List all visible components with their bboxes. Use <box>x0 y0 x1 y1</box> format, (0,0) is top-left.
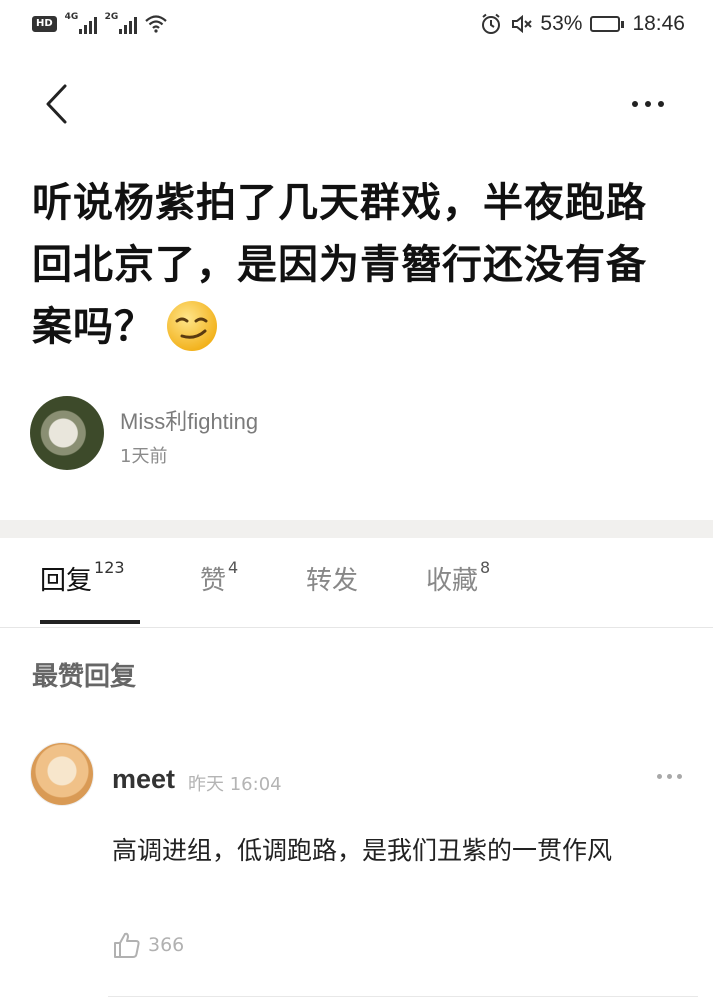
tab-count: 8 <box>480 558 491 577</box>
like-button[interactable]: 366 <box>112 930 184 960</box>
chevron-left-icon <box>46 84 67 124</box>
post-time: 1天前 <box>120 446 168 467</box>
tab-reposts[interactable]: 转发 <box>306 560 358 597</box>
wifi-icon <box>144 15 167 33</box>
status-bar: HD 4G 2G 53% 18:46 <box>0 0 713 56</box>
tab-label: 收藏 <box>426 566 479 596</box>
thumbs-up-icon <box>114 932 140 958</box>
signal-icon: 2G <box>104 12 137 34</box>
more-horizontal-icon <box>632 101 638 107</box>
tab-label: 回复 <box>40 566 93 596</box>
battery-icon <box>590 16 625 32</box>
author-avatar[interactable] <box>30 396 104 470</box>
more-horizontal-icon <box>667 774 672 779</box>
like-count: 366 <box>148 934 185 956</box>
post-title: 听说杨紫拍了几天群戏，半夜跑路回北京了，是因为青簪行还没有备案吗？ <box>32 180 647 350</box>
status-left: HD 4G 2G <box>32 12 167 34</box>
clock: 18:46 <box>632 12 685 35</box>
section-divider <box>0 520 713 538</box>
author-name[interactable]: Miss利fighting <box>120 404 258 436</box>
alarm-icon <box>482 13 501 34</box>
tab-count: 4 <box>228 558 239 577</box>
sim2-generation: 2G <box>104 12 119 22</box>
more-horizontal-icon <box>645 101 651 107</box>
comment-item: meet 昨天 16:04 高调进组，低调跑路，是我们丑紫的一贯作风 366 <box>30 742 698 997</box>
comment-avatar[interactable] <box>30 742 94 806</box>
active-tab-indicator <box>40 620 140 624</box>
more-horizontal-icon <box>677 774 682 779</box>
more-horizontal-icon <box>657 774 662 779</box>
smirking-face-emoji <box>167 301 217 351</box>
sim1-generation: 4G <box>64 12 79 22</box>
tab-bar: 回复 123 赞4 转发 收藏 8 <box>0 558 713 628</box>
signal-icon: 4G <box>64 12 97 34</box>
hd-badge: HD <box>32 16 57 32</box>
back-button[interactable] <box>36 80 76 128</box>
comment-more-button[interactable] <box>657 774 682 779</box>
tab-favorites[interactable]: 收藏 8 <box>426 558 491 597</box>
section-title: 最赞回复 <box>32 662 137 692</box>
comment-time: 昨天 16:04 <box>188 774 282 795</box>
tab-label: 赞 <box>200 566 227 596</box>
post-title-block: 听说杨紫拍了几天群戏，半夜跑路回北京了，是因为青簪行还没有备案吗？ <box>32 172 682 358</box>
tab-label: 转发 <box>306 566 359 596</box>
status-right: 53% 18:46 <box>480 12 685 36</box>
battery-percent: 53% <box>540 12 583 35</box>
tabs-divider <box>0 627 713 628</box>
more-horizontal-icon <box>658 101 664 107</box>
tab-replies[interactable]: 回复 123 <box>40 558 125 597</box>
mute-icon <box>512 14 533 34</box>
more-options-button[interactable] <box>623 84 673 124</box>
comment-text: 高调进组，低调跑路，是我们丑紫的一贯作风 <box>112 836 613 865</box>
tab-likes[interactable]: 赞4 <box>200 558 239 597</box>
comment-username[interactable]: meet <box>112 764 175 795</box>
tab-count: 123 <box>94 558 125 577</box>
